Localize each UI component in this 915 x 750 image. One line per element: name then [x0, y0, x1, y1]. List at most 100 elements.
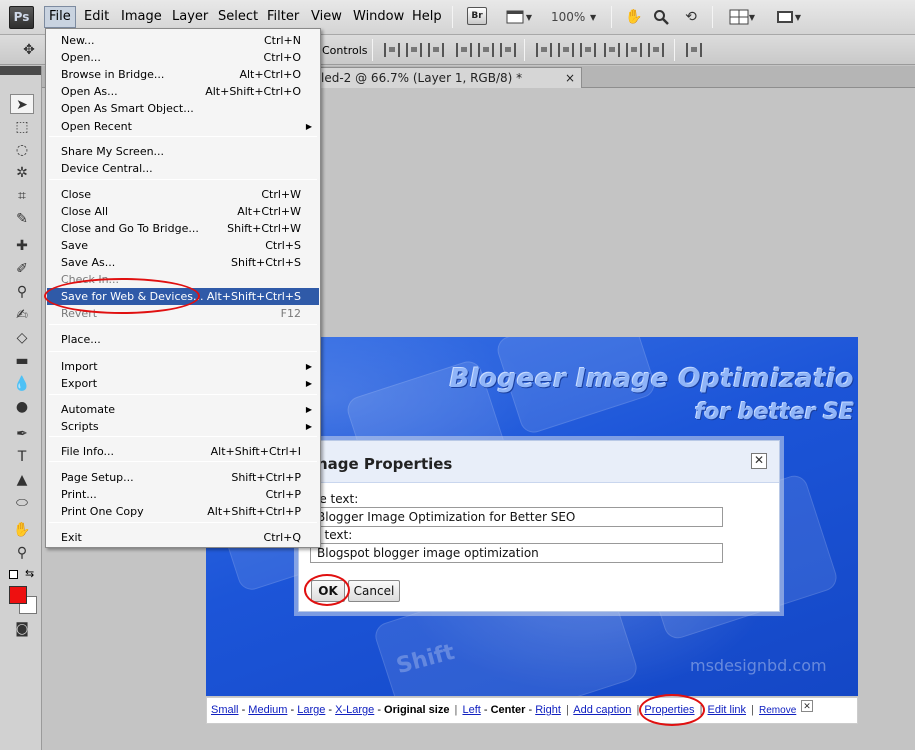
foreground-color-swatch[interactable] [9, 586, 27, 604]
properties-link[interactable]: Properties [644, 704, 694, 716]
cancel-button[interactable]: Cancel [348, 580, 400, 602]
zoom-tool-icon[interactable]: ⚲ [10, 543, 34, 563]
hand-tool-icon[interactable]: ✋ [10, 520, 34, 540]
align-horizontal-center-icon[interactable] [478, 43, 494, 57]
align-right-icon[interactable] [500, 43, 516, 57]
menu-item-import[interactable]: Import ▶ [47, 358, 319, 375]
hand-tool-icon[interactable]: ✋ [624, 7, 644, 27]
menu-edit[interactable]: Edit [84, 9, 109, 25]
zoom-level[interactable]: 100% [551, 10, 585, 24]
remove-link[interactable]: Remove [759, 705, 796, 716]
edit-link-link[interactable]: Edit link [708, 704, 747, 716]
screen-mode-icon[interactable]: ▼ [502, 7, 536, 27]
show-transform-controls-label[interactable]: Controls [322, 44, 368, 57]
eyedropper-tool-icon[interactable]: ✎ [10, 209, 34, 229]
distribute-horizontal-center-icon[interactable] [626, 43, 642, 57]
screen-mode-toggle-icon[interactable]: ▼ [770, 7, 806, 27]
menu-item-new[interactable]: New... Ctrl+N [47, 32, 319, 49]
menu-item-print-one-copy[interactable]: Print One Copy Alt+Shift+Ctrl+P [47, 503, 319, 520]
panel-grip[interactable] [0, 66, 41, 75]
path-selection-tool-icon[interactable]: ▲ [10, 470, 34, 490]
size-medium-link[interactable]: Medium [248, 704, 287, 716]
dodge-tool-icon[interactable]: ● [10, 397, 34, 417]
align-left-link[interactable]: Left [462, 704, 480, 716]
lasso-tool-icon[interactable]: ◌ [10, 140, 34, 160]
healing-brush-tool-icon[interactable]: ✚ [10, 236, 34, 256]
menu-item-file-info[interactable]: File Info... Alt+Shift+Ctrl+I [47, 443, 319, 460]
menu-item-open-recent[interactable]: Open Recent ▶ [47, 118, 319, 135]
menu-item-open[interactable]: Open... Ctrl+O [47, 49, 319, 66]
close-icon[interactable]: ✕ [801, 700, 813, 712]
distribute-right-icon[interactable] [648, 43, 664, 57]
menu-item-close-and-go-to-bridge[interactable]: Close and Go To Bridge... Shift+Ctrl+W [47, 220, 319, 237]
menu-item-print[interactable]: Print... Ctrl+P [47, 486, 319, 503]
title-text-input[interactable]: Blogger Image Optimization for Better SE… [310, 507, 723, 527]
gradient-tool-icon[interactable]: ▬ [10, 351, 34, 371]
zoom-tool-icon[interactable] [651, 7, 671, 27]
menu-view[interactable]: View [311, 9, 342, 25]
menu-item-save[interactable]: Save Ctrl+S [47, 237, 319, 254]
quick-mask-icon[interactable]: ◙ [10, 619, 34, 639]
menu-item-place[interactable]: Place... [47, 331, 319, 348]
align-right-link[interactable]: Right [535, 704, 561, 716]
size-small-link[interactable]: Small [211, 704, 239, 716]
menu-item-open-as[interactable]: Open As... Alt+Shift+Ctrl+O [47, 83, 319, 100]
arrange-documents-icon[interactable]: ▼ [724, 7, 760, 27]
bridge-icon[interactable]: Br [467, 7, 487, 25]
pen-tool-icon[interactable]: ✒ [10, 424, 34, 444]
magic-wand-tool-icon[interactable]: ✲ [10, 163, 34, 183]
ok-button[interactable]: OK [311, 580, 345, 602]
menu-item-exit[interactable]: Exit Ctrl+Q [47, 529, 319, 546]
menu-item-page-setup[interactable]: Page Setup... Shift+Ctrl+P [47, 469, 319, 486]
marquee-tool-icon[interactable]: ⬚ [10, 117, 34, 137]
move-tool-icon[interactable]: ➤ [10, 94, 34, 114]
auto-align-layers-icon[interactable] [686, 43, 702, 57]
zoom-dropdown-icon[interactable]: ▼ [590, 7, 596, 27]
align-bottom-icon[interactable] [428, 43, 444, 57]
menu-item-browse-in-bridge[interactable]: Browse in Bridge... Alt+Ctrl+O [47, 66, 319, 83]
brush-tool-icon[interactable]: ✐ [10, 259, 34, 279]
align-top-icon[interactable] [384, 43, 400, 57]
close-icon[interactable]: × [565, 68, 575, 88]
rotate-view-icon[interactable]: ⟲ [681, 7, 701, 27]
blur-tool-icon[interactable]: 💧 [10, 374, 34, 394]
menu-item-open-as-smart-object[interactable]: Open As Smart Object... [47, 100, 319, 117]
eraser-tool-icon[interactable]: ◇ [10, 328, 34, 348]
document-tab[interactable]: led-2 @ 66.7% (Layer 1, RGB/8) * × [320, 67, 582, 88]
type-tool-icon[interactable]: T [10, 447, 34, 467]
crop-tool-icon[interactable]: ⌗ [10, 186, 34, 206]
add-caption-link[interactable]: Add caption [573, 704, 631, 716]
size-xlarge-link[interactable]: X-Large [335, 704, 374, 716]
close-icon[interactable]: ✕ [751, 453, 767, 469]
menu-filter[interactable]: Filter [267, 9, 299, 25]
distribute-vertical-center-icon[interactable] [558, 43, 574, 57]
align-left-icon[interactable] [456, 43, 472, 57]
size-large-link[interactable]: Large [297, 704, 325, 716]
menu-item-close-all[interactable]: Close All Alt+Ctrl+W [47, 203, 319, 220]
history-brush-tool-icon[interactable]: ✍ [10, 305, 34, 325]
distribute-left-icon[interactable] [604, 43, 620, 57]
menu-item-scripts[interactable]: Scripts ▶ [47, 418, 319, 435]
menu-item-close[interactable]: Close Ctrl+W [47, 186, 319, 203]
menu-window[interactable]: Window [353, 9, 404, 25]
clone-stamp-tool-icon[interactable]: ⚲ [10, 282, 34, 302]
move-tool-options-icon[interactable]: ✥ [18, 40, 40, 60]
menu-file[interactable]: File [44, 6, 76, 28]
distribute-top-icon[interactable] [536, 43, 552, 57]
menu-item-save-for-web-devices[interactable]: Save for Web & Devices... Alt+Shift+Ctrl+… [47, 288, 319, 305]
menu-item-share-my-screen[interactable]: Share My Screen... [47, 143, 319, 160]
align-vertical-center-icon[interactable] [406, 43, 422, 57]
alt-text-input[interactable]: Blogspot blogger image optimization [310, 543, 723, 563]
menu-item-device-central[interactable]: Device Central... [47, 160, 319, 177]
menu-item-export[interactable]: Export ▶ [47, 375, 319, 392]
menu-item-save-as[interactable]: Save As... Shift+Ctrl+S [47, 254, 319, 271]
default-colors-icon[interactable] [9, 570, 18, 579]
menu-item-automate[interactable]: Automate ▶ [47, 401, 319, 418]
menu-layer[interactable]: Layer [172, 9, 208, 25]
menu-image[interactable]: Image [121, 9, 162, 25]
swap-colors-icon[interactable]: ⇆ [25, 567, 34, 580]
menu-select[interactable]: Select [218, 9, 258, 25]
distribute-bottom-icon[interactable] [580, 43, 596, 57]
shape-tool-icon[interactable]: ⬭ [10, 493, 34, 513]
menu-help[interactable]: Help [412, 9, 442, 25]
